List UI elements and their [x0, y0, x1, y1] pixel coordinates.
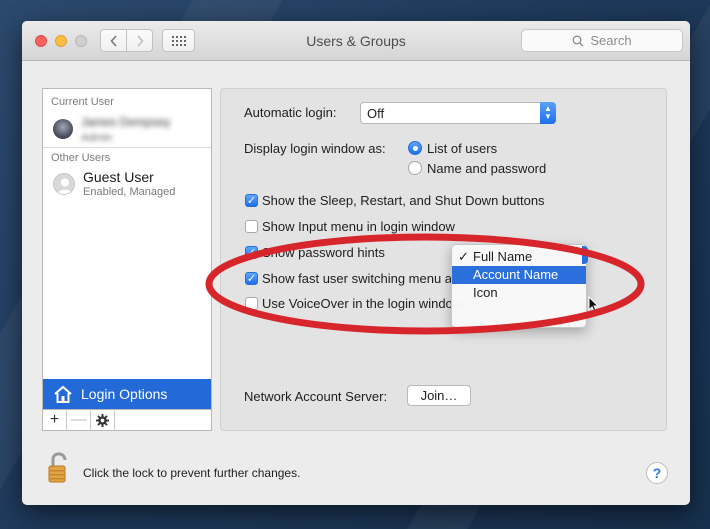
- list-controls: + —: [42, 410, 212, 431]
- menu-item-full-name[interactable]: ✓ Full Name: [452, 248, 586, 266]
- login-options-label: Login Options: [81, 386, 168, 402]
- checkbox-fast-user-switching[interactable]: ✓: [245, 272, 258, 285]
- add-user-button[interactable]: +: [43, 410, 67, 430]
- current-user-role: Admin: [81, 132, 113, 144]
- guest-user-status: Enabled, Managed: [83, 186, 176, 198]
- other-users-label: Other Users: [51, 152, 111, 164]
- divider: [43, 147, 211, 148]
- checkbox-voiceover[interactable]: [245, 297, 258, 310]
- current-user-name[interactable]: James Dempsey: [81, 115, 170, 129]
- popup-edge: [582, 246, 588, 264]
- users-groups-window: Users & Groups Search Current User James…: [22, 21, 690, 505]
- radio-name-and-password-label[interactable]: Name and password: [427, 161, 546, 176]
- search-placeholder: Search: [590, 33, 632, 48]
- remove-user-button[interactable]: —: [67, 410, 91, 430]
- menu-item-label: Full Name: [473, 249, 533, 264]
- users-list: Current User James Dempsey Admin Other U…: [42, 88, 212, 410]
- menu-item-account-name[interactable]: Account Name: [452, 266, 586, 284]
- checkbox-fast-user-switching-label[interactable]: Show fast user switching menu as: [262, 271, 459, 286]
- checkbox-input-menu[interactable]: [245, 220, 258, 233]
- titlebar: Users & Groups Search: [22, 21, 690, 61]
- house-icon: [54, 385, 72, 403]
- action-menu-button[interactable]: [91, 410, 115, 430]
- checkbox-sleep-restart[interactable]: ✓: [245, 194, 258, 207]
- help-button[interactable]: ?: [646, 462, 668, 484]
- checkmark-icon: ✓: [458, 249, 469, 264]
- checkbox-sleep-restart-label[interactable]: Show the Sleep, Restart, and Shut Down b…: [262, 193, 545, 208]
- guest-user-name[interactable]: Guest User: [83, 169, 154, 185]
- automatic-login-value: Off: [367, 105, 385, 121]
- radio-name-and-password[interactable]: [408, 161, 422, 175]
- login-options-item[interactable]: Login Options: [43, 379, 211, 409]
- fast-switch-style-menu: ✓ Full Name Account Name Icon: [451, 244, 587, 328]
- search-icon: [572, 35, 584, 46]
- search-field[interactable]: Search: [521, 29, 683, 52]
- lock-status-text: Click the lock to prevent further change…: [83, 466, 301, 480]
- current-user-label: Current User: [51, 96, 114, 108]
- display-login-label: Display login window as:: [244, 141, 386, 156]
- radio-list-of-users-label[interactable]: List of users: [427, 141, 497, 156]
- gear-icon: [96, 413, 109, 427]
- checkbox-voiceover-label[interactable]: Use VoiceOver in the login window: [262, 296, 462, 311]
- join-button[interactable]: Join…: [407, 385, 471, 406]
- guest-avatar-icon[interactable]: [53, 173, 75, 195]
- checkbox-input-menu-label[interactable]: Show Input menu in login window: [262, 219, 455, 234]
- automatic-login-label: Automatic login:: [244, 105, 337, 120]
- menu-item-label: Icon: [473, 285, 498, 300]
- lock-icon[interactable]: [46, 452, 70, 489]
- avatar[interactable]: [53, 119, 73, 139]
- menu-item-label: Account Name: [473, 267, 559, 282]
- cursor-icon: [588, 296, 600, 313]
- checkbox-password-hints-label[interactable]: Show password hints: [262, 245, 385, 260]
- login-options-pane: Automatic login: Off ▲ ▼ Display login wi…: [220, 88, 667, 431]
- radio-list-of-users[interactable]: [408, 141, 422, 155]
- network-account-server-label: Network Account Server:: [244, 389, 388, 404]
- checkbox-password-hints[interactable]: ✓: [245, 246, 258, 259]
- automatic-login-popup[interactable]: Off ▲ ▼: [360, 102, 556, 124]
- menu-item-icon[interactable]: Icon: [452, 284, 586, 302]
- up-down-arrows-icon: ▲ ▼: [540, 102, 556, 124]
